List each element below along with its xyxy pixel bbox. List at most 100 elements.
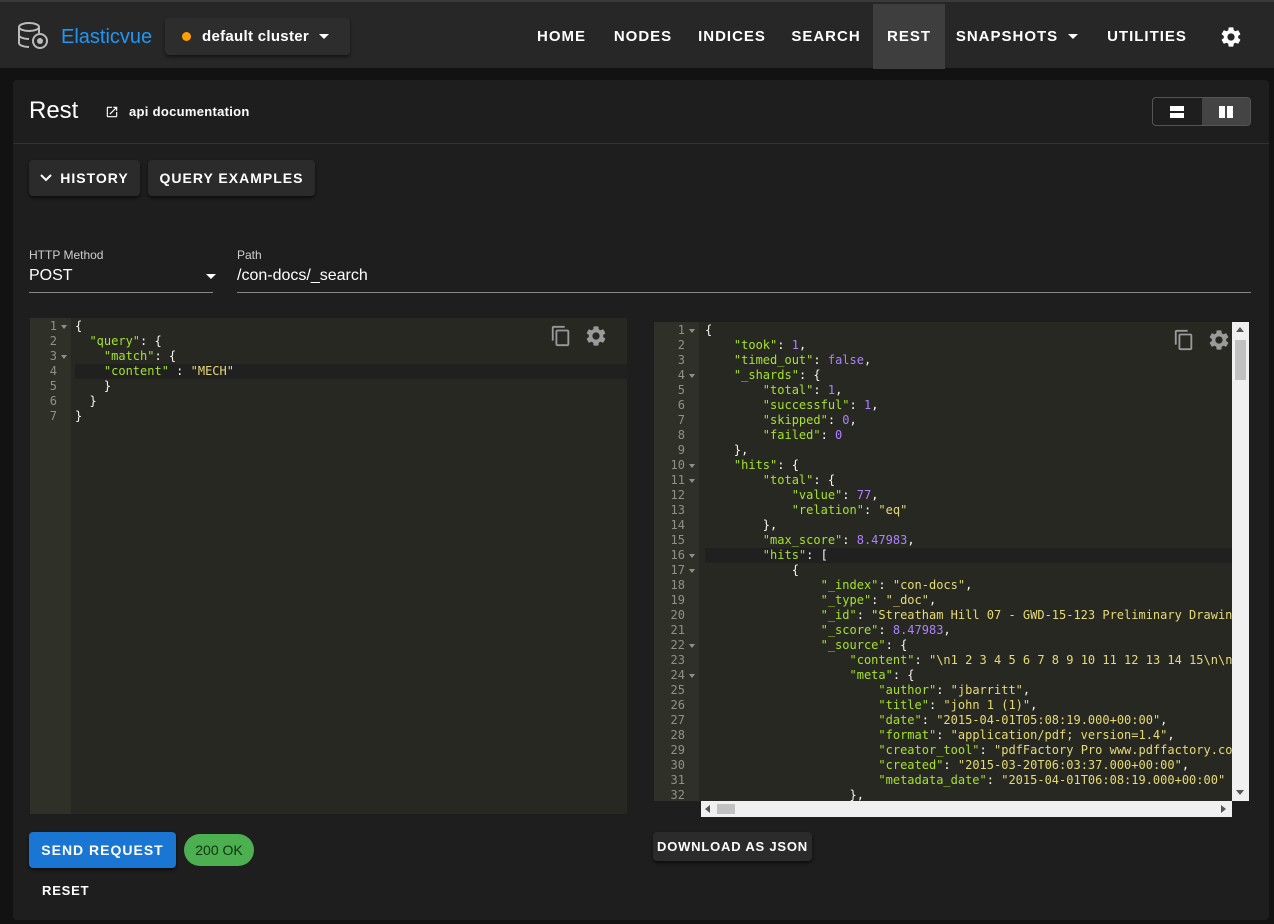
nav-search[interactable]: SEARCH [785, 4, 867, 69]
view-columns-icon [1218, 105, 1233, 118]
request-gutter: 1234567 [30, 318, 71, 814]
response-code[interactable]: { "took": 1, "timed_out": false, "_shard… [705, 322, 1232, 801]
layout-horizontal-button[interactable] [1153, 98, 1202, 125]
response-line-number: 32 [670, 788, 685, 801]
request-line-number: 4 [49, 364, 57, 378]
response-code-line: "metadata_date": "2015-04-01T06:08:19.00… [878, 773, 1226, 787]
response-code-line: "date": "2015-04-01T05:08:19.000+00:00", [878, 713, 1168, 727]
response-code-line: "creator_tool": "pdfFactory Pro www.pdff… [878, 743, 1232, 757]
caret-down-icon [319, 34, 330, 39]
response-editor-tools [1173, 328, 1231, 352]
http-method-select[interactable]: POST [29, 267, 73, 285]
editor-settings-gear-icon[interactable] [584, 324, 608, 348]
vertical-scroll-thumb[interactable] [1235, 340, 1246, 380]
request-code-line: } [75, 409, 83, 423]
brand-name[interactable]: Elasticvue [61, 26, 152, 49]
response-code-line: "skipped": 0, [762, 413, 857, 427]
settings-gear-icon[interactable] [1219, 25, 1243, 49]
nav-rest[interactable]: REST [873, 4, 945, 69]
response-line-number: 4 [654, 368, 699, 383]
caret-down-icon[interactable] [206, 274, 216, 279]
request-code-line: "content" : "MECH" [75, 364, 627, 379]
response-horizontal-scrollbar[interactable] [701, 801, 1232, 817]
request-code-line: "match": { [103, 349, 177, 363]
response-code-line: }, [705, 788, 864, 801]
api-documentation-link[interactable]: api documentation [105, 104, 250, 119]
path-underline [237, 292, 1251, 293]
layout-vertical-button[interactable] [1201, 98, 1250, 125]
response-line-number: 9 [677, 443, 685, 457]
response-line-number: 17 [654, 563, 699, 578]
view-stacked-icon [1170, 105, 1185, 118]
history-button[interactable]: HISTORY [29, 160, 140, 196]
response-line-number: 11 [654, 473, 699, 488]
nav-home[interactable]: HOME [528, 4, 595, 69]
scroll-right-arrow-icon[interactable] [1221, 805, 1226, 813]
response-code-line: "_source": { [820, 638, 908, 652]
response-line-number: 1 [654, 323, 699, 338]
response-line-number: 15 [670, 533, 685, 547]
request-editor[interactable]: 1234567 { "query": { "match": { "content… [30, 318, 627, 814]
editor-settings-gear-icon[interactable] [1207, 328, 1231, 352]
request-line-number: 7 [49, 409, 57, 423]
response-line-number: 7 [677, 413, 685, 427]
response-code-line: "total": { [762, 473, 836, 487]
layout-toggle [1152, 97, 1251, 126]
path-input[interactable]: /con-docs/_search [237, 267, 368, 285]
response-line-number: 6 [677, 398, 685, 412]
response-code-line: "successful": 1, [762, 398, 879, 412]
response-code-line: "format": "application/pdf; version=1.4"… [878, 728, 1175, 742]
horizontal-scroll-thumb[interactable] [717, 804, 735, 814]
response-line-number: 5 [677, 383, 685, 397]
http-method-label: HTTP Method [29, 248, 104, 262]
response-code-line: "created": "2015-03-20T06:03:37.000+00:0… [878, 758, 1190, 772]
http-method-underline [29, 292, 213, 293]
request-line-number: 3 [30, 349, 71, 364]
nav-utilities[interactable]: UTILITIES [1097, 4, 1197, 69]
response-vertical-scrollbar[interactable] [1232, 322, 1249, 801]
response-line-number: 28 [670, 728, 685, 742]
response-code-line: "max_score": 8.47983, [762, 533, 915, 547]
reset-button[interactable]: RESET [42, 883, 89, 898]
response-code-line: }, [705, 443, 749, 457]
nav-nodes[interactable]: NODES [605, 4, 681, 69]
scroll-up-arrow-icon[interactable] [1236, 327, 1244, 332]
response-line-number: 25 [670, 683, 685, 697]
response-code-line: "_score": 8.47983, [820, 623, 951, 637]
response-code-line: "hits": { [733, 458, 799, 472]
request-code[interactable]: { "query": { "match": { "content" : "MEC… [75, 318, 627, 424]
response-gutter: 1 2 3 4 5 6 7 8 9 10 11 12 13 14 15 16 17 18 19 20 21 22 23 24 2… [654, 322, 699, 801]
response-line-number: 10 [654, 458, 699, 473]
download-json-button[interactable]: DOWNLOAD AS JSON [653, 832, 812, 861]
response-line-number: 19 [670, 593, 685, 607]
response-line-number: 22 [654, 638, 699, 653]
response-code-line: "_shards": { [733, 368, 821, 382]
copy-icon[interactable] [1173, 328, 1195, 352]
nav-snapshots[interactable]: SNAPSHOTS [952, 4, 1082, 69]
nav-snapshots-label: SNAPSHOTS [955, 28, 1059, 45]
scroll-left-arrow-icon[interactable] [705, 805, 710, 813]
response-line-number: 23 [670, 653, 685, 667]
response-code-line: { [705, 563, 799, 577]
nav-indices[interactable]: INDICES [691, 4, 773, 69]
page-title: Rest [29, 97, 79, 124]
request-code-line: } [75, 394, 97, 408]
response-code-line: "took": 1, [733, 338, 807, 352]
scroll-down-arrow-icon[interactable] [1236, 790, 1244, 795]
response-editor[interactable]: 1 2 3 4 5 6 7 8 9 10 11 12 13 14 15 16 17 18 19 20 21 22 23 24 2… [654, 322, 1232, 801]
status-badge: 200 OK [184, 834, 254, 866]
response-code-line: "total": 1, [762, 383, 843, 397]
response-line-number: 16 [654, 548, 699, 563]
send-request-button[interactable]: SEND REQUEST [29, 832, 176, 868]
response-code-line: "_type": "_doc", [820, 593, 937, 607]
cluster-selector[interactable]: default cluster [165, 18, 350, 55]
api-documentation-label: api documentation [129, 104, 250, 119]
response-line-number: 27 [670, 713, 685, 727]
copy-icon[interactable] [550, 324, 572, 348]
response-line-number: 18 [670, 578, 685, 592]
query-examples-button[interactable]: QUERY EXAMPLES [148, 160, 315, 196]
response-code-line: "hits": [ [705, 548, 1232, 563]
response-code-line: "timed_out": false, [733, 353, 872, 367]
path-label: Path [237, 248, 262, 262]
caret-down-icon [1068, 34, 1079, 39]
